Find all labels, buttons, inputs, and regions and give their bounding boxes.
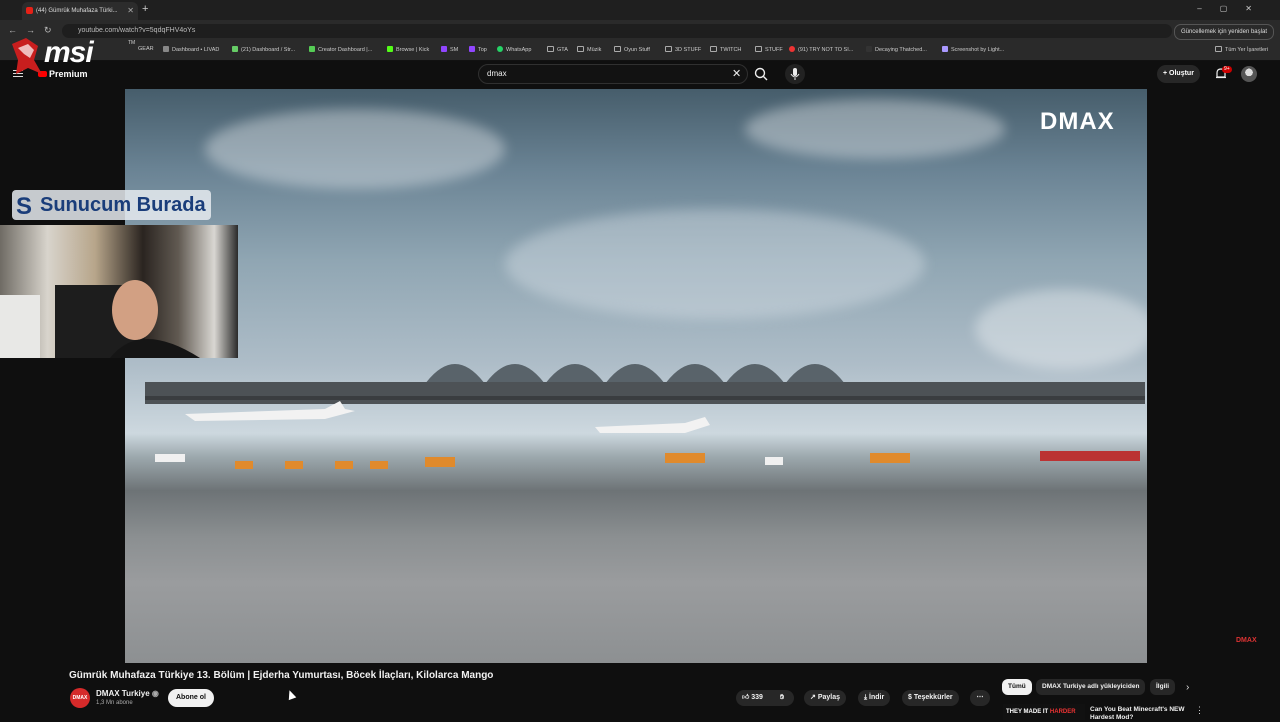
- clear-search-icon[interactable]: ✕: [732, 67, 741, 80]
- tab-title: (44) Gümrük Muhafaza Türki...: [36, 8, 118, 14]
- bookmark[interactable]: WhatsApp: [497, 46, 531, 53]
- bookmark[interactable]: Dashboard • LIVAD: [163, 46, 219, 53]
- youtube-favicon-icon: [26, 7, 33, 14]
- search-input[interactable]: dmax: [478, 64, 748, 84]
- verified-icon: ◉: [151, 689, 159, 698]
- microphone-icon[interactable]: [785, 64, 805, 84]
- subscriber-count: 1,3 Mn abone: [96, 700, 133, 706]
- bookmark[interactable]: (21) Dashboard / Str...: [232, 46, 295, 53]
- update-button[interactable]: Güncellemek için yeniden başlat: [1173, 24, 1274, 40]
- close-tab-icon[interactable]: ✕: [127, 2, 134, 20]
- msi-trademark: TM: [128, 40, 136, 46]
- chip-related[interactable]: İlgili: [1150, 679, 1175, 695]
- webcam-overlay: [0, 225, 238, 358]
- bookmark[interactable]: 3D STUFF: [665, 46, 701, 53]
- more-options-icon[interactable]: ⋮: [1195, 705, 1204, 716]
- subscribe-button[interactable]: Abone ol: [168, 689, 214, 707]
- chip-all[interactable]: Tümü: [1002, 679, 1032, 695]
- bookmark[interactable]: Browse | Kick: [387, 46, 429, 53]
- download-button[interactable]: ⤓ İndir: [858, 690, 891, 706]
- recommended-thumbnail[interactable]: THEY MADE IT HARDER: [1003, 704, 1085, 720]
- search-icon[interactable]: [752, 64, 770, 84]
- bookmark[interactable]: TWITCH: [710, 46, 741, 53]
- like-button[interactable]: 👍︎ 339: [742, 694, 763, 701]
- window-controls[interactable]: –▢✕: [1197, 4, 1270, 13]
- user-avatar[interactable]: [1241, 66, 1257, 82]
- bookmark[interactable]: (91) TRY NOT TO SI...: [789, 46, 853, 53]
- sunucum-text: Sunucum Burada: [40, 194, 206, 216]
- bookmark[interactable]: Screenshot by Light...: [942, 46, 1004, 53]
- dmax-corner-logo: DMAX: [1236, 637, 1257, 644]
- browser-tab[interactable]: (44) Gümrük Muhafaza Türki... ✕: [22, 2, 138, 20]
- like-dislike-group: 👍︎ 339 ✋︎: [736, 690, 794, 706]
- sunucum-mark: S: [16, 193, 33, 220]
- notification-badge: 9+: [1222, 66, 1232, 73]
- channel-avatar[interactable]: DMAX: [70, 688, 90, 708]
- share-icon: ↗: [810, 694, 818, 701]
- new-tab-icon[interactable]: +: [142, 3, 148, 15]
- bookmark[interactable]: Top: [469, 46, 487, 53]
- browser-tab-strip: [0, 0, 1280, 20]
- bookmark[interactable]: GTA: [547, 46, 568, 53]
- all-bookmarks[interactable]: Tüm Yer İşaretleri: [1215, 46, 1268, 53]
- airport-apron: [155, 401, 1140, 469]
- video-title: Gümrük Muhafaza Türkiye 13. Bölüm | Ejde…: [69, 670, 494, 681]
- streamer-image: [0, 280, 200, 358]
- mouse-cursor-icon: [285, 688, 297, 701]
- chevron-right-icon[interactable]: ›: [1186, 682, 1189, 693]
- more-actions-icon[interactable]: ⋯: [970, 690, 990, 706]
- bookmark[interactable]: SM: [441, 46, 458, 53]
- share-button[interactable]: ↗ Paylaş: [804, 690, 846, 706]
- dmax-watermark: DMAX: [1040, 108, 1115, 135]
- bookmark[interactable]: STUFF: [755, 46, 783, 53]
- chip-from-uploader[interactable]: DMAX Turkiye adlı yükleyiciden: [1036, 679, 1146, 695]
- sunucum-burada-logo: S Sunucum Burada: [12, 190, 211, 220]
- thanks-button[interactable]: $ Teşekkürler: [902, 690, 959, 706]
- bookmark[interactable]: Oyun Stuff: [614, 46, 650, 53]
- bookmark[interactable]: Müzik: [577, 46, 601, 53]
- dislike-icon[interactable]: ✋︎: [780, 690, 784, 706]
- channel-name[interactable]: DMAX Turkiye ◉: [96, 689, 159, 698]
- create-button[interactable]: + Oluştur: [1157, 65, 1200, 83]
- msi-logo-text: msi: [44, 36, 94, 69]
- url-field[interactable]: youtube.com/watch?v=5qdqFHV4oYs: [62, 24, 1172, 38]
- bookmark[interactable]: Decaying Thatched...: [866, 46, 927, 53]
- bookmark[interactable]: Creator Dashboard |...: [309, 46, 372, 53]
- video-player[interactable]: [125, 89, 1147, 663]
